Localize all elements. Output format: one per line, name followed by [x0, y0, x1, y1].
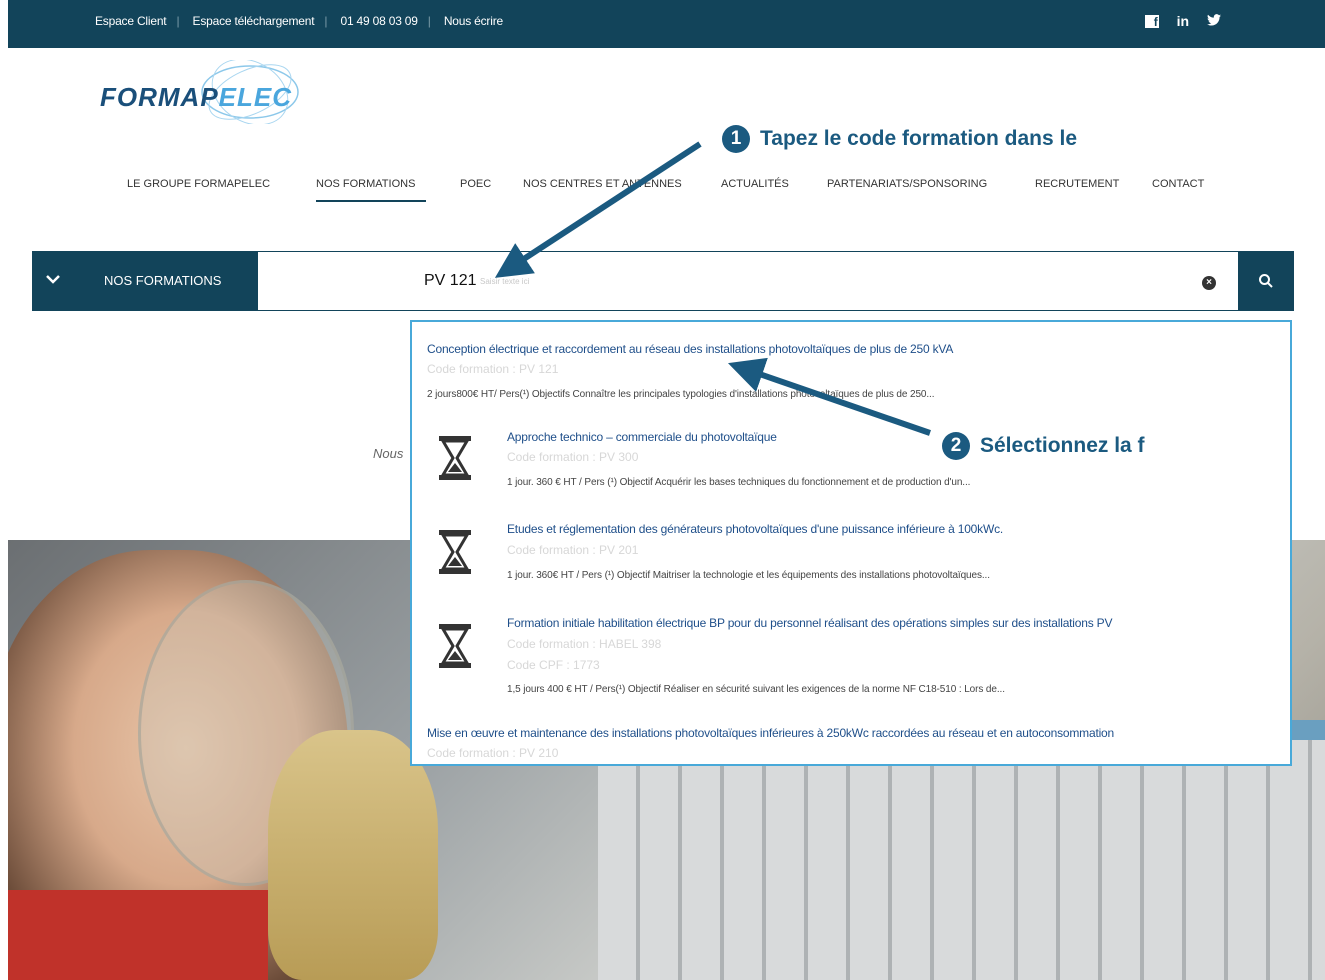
chevron-down-icon[interactable] [46, 271, 60, 289]
annotation-step2: 2 Sélectionnez la f [942, 432, 1145, 460]
result-title[interactable]: Formation initiale habilitation électriq… [507, 616, 1112, 630]
top-links: Espace Client | Espace téléchargement | 01… [95, 14, 503, 28]
hero-electrical-panel [598, 740, 1325, 980]
hero-jacket [8, 890, 268, 980]
result-cpf-code: Code CPF : 1773 [507, 658, 600, 672]
result-title[interactable]: Etudes et réglementation des générateurs… [507, 522, 1003, 536]
search-results-dropdown: Conception électrique et raccordement au… [410, 320, 1292, 766]
result-desc: 1 jour. 360 € HT / Pers (¹) Objectif Acq… [507, 477, 971, 488]
nav-active-underline [316, 200, 426, 202]
step1-number: 1 [722, 125, 750, 153]
hourglass-icon [439, 530, 471, 574]
nav-item-recrutement[interactable]: RECRUTEMENT [1035, 178, 1119, 190]
phone-number[interactable]: 01 49 08 03 09 [340, 14, 417, 28]
search-input-hint: Saisir texte ici [480, 277, 530, 286]
step1-text: Tapez le code formation dans le [760, 127, 1078, 150]
nav-item-actualites[interactable]: ACTUALITÉS [721, 178, 789, 190]
intro-text: Nous [373, 446, 404, 461]
nav-item-groupe[interactable]: LE GROUPE FORMAPELEC [127, 178, 270, 190]
result-code: Code formation : PV 201 [507, 543, 639, 557]
result-code: Code formation : PV 121 [427, 362, 559, 376]
search-button[interactable] [1238, 251, 1294, 311]
clear-search-icon[interactable]: × [1202, 276, 1216, 290]
result-title[interactable]: Conception électrique et raccordement au… [427, 342, 953, 356]
nav-item-poec[interactable]: POEC [460, 178, 491, 190]
step2-number: 2 [942, 432, 970, 460]
hourglass-icon [439, 436, 471, 480]
search-icon [1259, 274, 1273, 288]
linkedin-icon[interactable]: in [1177, 13, 1189, 29]
arrow-step1 [494, 141, 702, 278]
twitter-icon[interactable] [1207, 13, 1221, 29]
result-code: Code formation : HABEL 398 [507, 637, 662, 651]
nav-item-centres[interactable]: NOS CENTRES ET ANTENNES [523, 178, 682, 190]
annotation-step1: 1 Tapez le code formation dans le [722, 125, 1077, 153]
result-code: Code formation : PV 210 [427, 746, 559, 760]
result-title[interactable]: Mise en œuvre et maintenance des install… [427, 726, 1114, 740]
formapelec-logo[interactable]: FORMAPELEC [100, 60, 300, 124]
hero-glove [268, 730, 438, 980]
result-title[interactable]: Approche technico – commerciale du photo… [507, 430, 777, 444]
search-category-label[interactable]: NOS FORMATIONS [104, 273, 221, 288]
result-code: Code formation : PV 300 [507, 450, 639, 464]
social-links: f in [1131, 13, 1221, 29]
link-nous-ecrire[interactable]: Nous écrire [444, 14, 503, 28]
link-espace-client[interactable]: Espace Client [95, 14, 167, 28]
nav-item-contact[interactable]: CONTACT [1152, 178, 1204, 190]
result-desc: 1 jour. 360€ HT / Pers (¹) Objectif Mait… [507, 570, 990, 581]
facebook-icon[interactable]: f [1144, 15, 1159, 29]
top-bar: Espace Client | Espace téléchargement | 01… [8, 0, 1325, 48]
link-espace-telechargement[interactable]: Espace téléchargement [193, 14, 315, 28]
step2-text: Sélectionnez la f [980, 434, 1145, 457]
nav-item-formations[interactable]: NOS FORMATIONS [316, 178, 415, 190]
search-input[interactable]: PV 121 Saisir texte ici × [258, 251, 1238, 311]
result-desc: 2 jours800€ HT/ Pers(¹) Objectifs Connaî… [427, 389, 935, 400]
result-desc: 1,5 jours 400 € HT / Pers(¹) Objectif Ré… [507, 684, 1005, 695]
logo-text: FORMAPELEC [100, 82, 293, 112]
hourglass-icon [439, 624, 471, 668]
search-input-value: PV 121 [424, 272, 477, 289]
nav-item-partenariats[interactable]: PARTENARIATS/SPONSORING [827, 178, 987, 190]
